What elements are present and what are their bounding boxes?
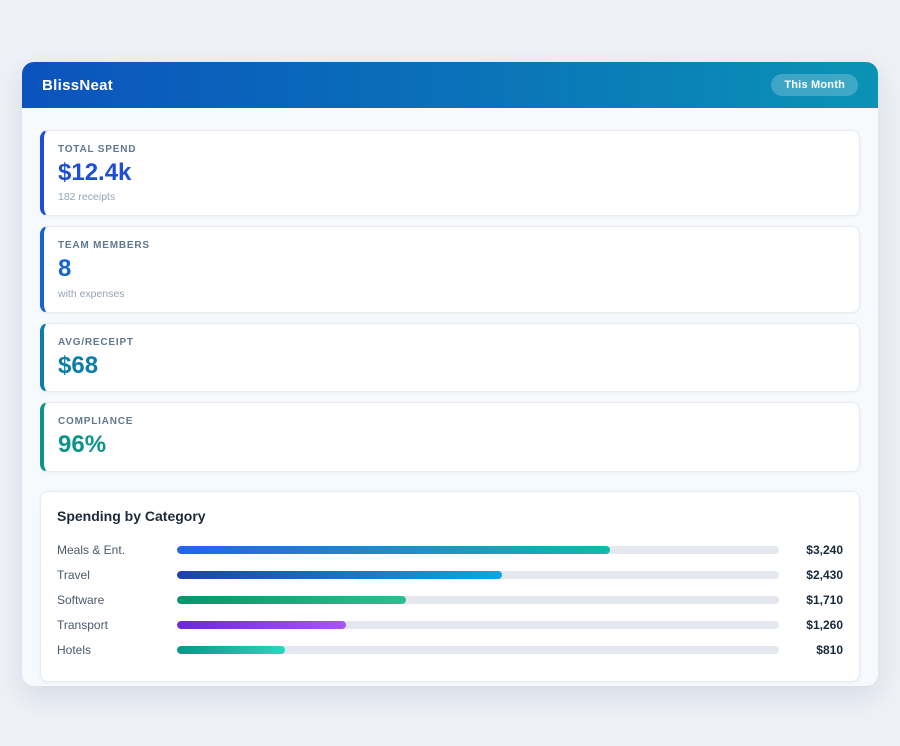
category-value: $2,430 [779,568,843,582]
stat-card-compliance: COMPLIANCE 96% [40,402,860,471]
category-row-meals: Meals & Ent. $3,240 [57,538,843,563]
bar-track [177,646,779,654]
bar-track [177,546,779,554]
app-header: BlissNeat This Month [22,62,878,108]
bar-track [177,596,779,604]
category-label: Transport [57,618,177,632]
stat-card-team-members: TEAM MEMBERS 8 with expenses [40,226,860,312]
chart-title: Spending by Category [57,508,843,524]
category-label: Hotels [57,643,177,657]
stat-label: TEAM MEMBERS [58,240,843,251]
app-title: BlissNeat [42,77,113,94]
category-value: $1,710 [779,593,843,607]
stat-value: $68 [58,353,843,379]
stat-card-avg-receipt: AVG/RECEIPT $68 [40,323,860,392]
category-value: $810 [779,643,843,657]
bar-fill [177,596,406,604]
bar-track [177,621,779,629]
stat-value: $12.4k [58,160,843,186]
stat-value: 8 [58,256,843,282]
bar-fill [177,546,610,554]
spending-by-category-card: Spending by Category Meals & Ent. $3,240… [40,491,860,682]
stat-label: AVG/RECEIPT [58,337,843,348]
category-row-software: Software $1,710 [57,588,843,613]
dashboard-card: BlissNeat This Month TOTAL SPEND $12.4k … [22,62,878,686]
category-row-hotels: Hotels $810 [57,638,843,663]
stat-card-total-spend: TOTAL SPEND $12.4k 182 receipts [40,130,860,216]
category-label: Travel [57,568,177,582]
dashboard-body: TOTAL SPEND $12.4k 182 receipts TEAM MEM… [22,108,878,686]
period-badge[interactable]: This Month [771,74,858,96]
bar-fill [177,646,285,654]
category-label: Meals & Ent. [57,543,177,557]
stat-caption: with expenses [58,288,843,300]
stat-caption: 182 receipts [58,191,843,203]
category-label: Software [57,593,177,607]
bar-fill [177,571,502,579]
category-row-transport: Transport $1,260 [57,613,843,638]
stat-value: 96% [58,432,843,458]
category-row-travel: Travel $2,430 [57,563,843,588]
stat-label: TOTAL SPEND [58,144,843,155]
category-value: $1,260 [779,618,843,632]
stat-label: COMPLIANCE [58,416,843,427]
bar-fill [177,621,346,629]
category-value: $3,240 [779,543,843,557]
bar-track [177,571,779,579]
